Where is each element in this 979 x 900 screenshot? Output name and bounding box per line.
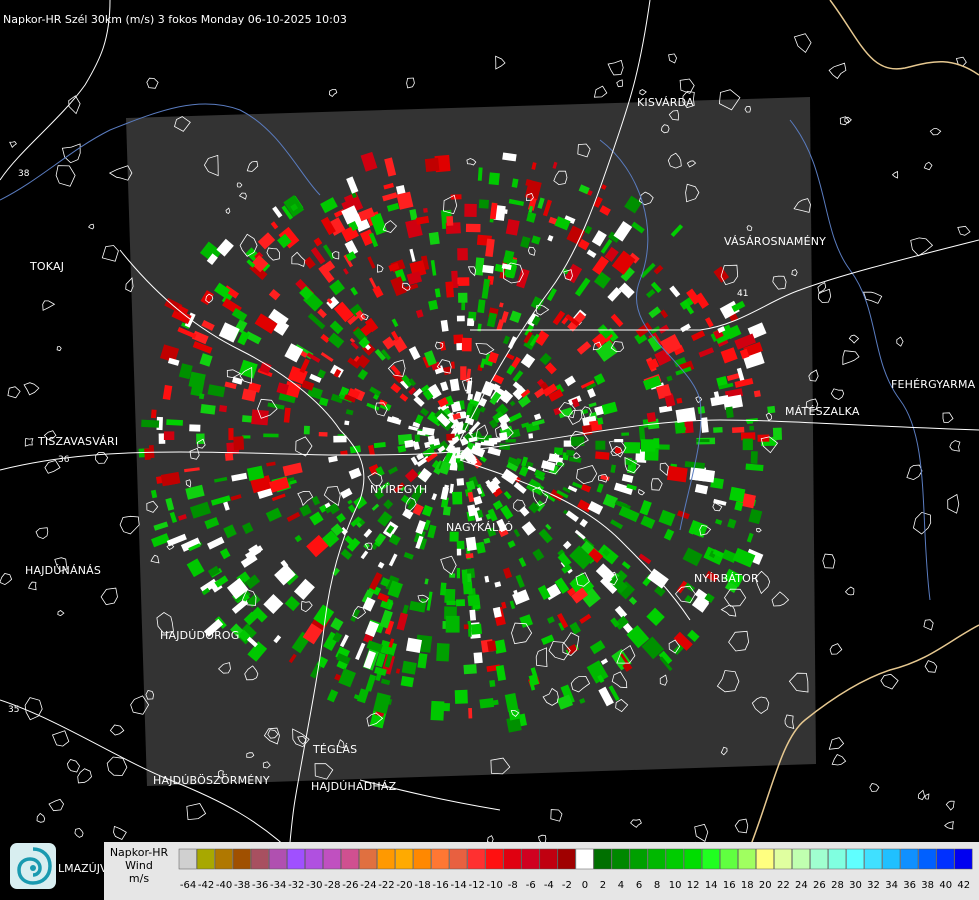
- legend-tick-label: -2: [562, 880, 572, 891]
- legend-swatch: [611, 848, 630, 870]
- legend-tick-label: -22: [378, 880, 394, 891]
- legend-swatch: [467, 848, 486, 870]
- legend-swatch: [629, 848, 648, 870]
- legend-tick-label: 8: [654, 880, 660, 891]
- legend-swatch: [503, 848, 522, 870]
- legend-swatch: [810, 848, 829, 870]
- legend-swatch: [305, 848, 323, 870]
- legend-swatch: [557, 848, 576, 870]
- legend-tick-label: -14: [450, 880, 466, 891]
- legend-swatch: [900, 848, 919, 870]
- legend-tick-label: -64: [180, 880, 196, 891]
- legend-tick-label: 0: [582, 880, 588, 891]
- legend-swatch: [936, 848, 955, 870]
- legend-tick-label: -34: [270, 880, 286, 891]
- legend-tick-label: -6: [526, 880, 536, 891]
- legend-tick-label: 38: [921, 880, 934, 891]
- legend-tick-label: -40: [216, 880, 232, 891]
- legend-tick-label: -12: [468, 880, 484, 891]
- legend-swatch: [882, 848, 901, 870]
- legend-swatch: [341, 848, 360, 870]
- legend-tick-label: 4: [618, 880, 624, 891]
- legend-tick-label: -30: [306, 880, 322, 891]
- legend-tick-label: 14: [705, 880, 718, 891]
- legend-color-scale: -64 -42 -40 -38 -36 -34 -32 -30 -28 -26 -24 -22 -20-…: [178, 848, 973, 891]
- legend-tick-label: 16: [723, 880, 736, 891]
- legend-swatch: [774, 848, 793, 870]
- legend-swatch: [647, 848, 666, 870]
- legend-tick-label: -26: [342, 880, 358, 891]
- legend-tick-label: 12: [687, 880, 700, 891]
- legend-swatch: [395, 848, 414, 870]
- legend-swatch: [268, 848, 287, 870]
- legend-tick-label: 36: [903, 880, 916, 891]
- legend-swatch: [413, 848, 432, 870]
- legend-swatch: [232, 848, 251, 870]
- legend-tick-label: -36: [252, 880, 268, 891]
- legend-tick-label: -28: [324, 880, 340, 891]
- legend-swatch: [683, 848, 702, 870]
- legend-tick-label: -10: [487, 880, 503, 891]
- legend-tick-label: -38: [234, 880, 250, 891]
- legend-swatch: [250, 848, 269, 870]
- legend-tick-label: 2: [600, 880, 606, 891]
- legend-swatch: [539, 848, 558, 870]
- legend-swatch: [359, 848, 378, 870]
- legend-swatch: [756, 848, 774, 870]
- legend-tick-label: -20: [396, 880, 412, 891]
- legend-swatch: [792, 848, 811, 870]
- legend-tick-label: 32: [867, 880, 880, 891]
- legend-swatch: [828, 848, 847, 870]
- legend-tick-label: -18: [414, 880, 430, 891]
- legend-tick-label: -42: [198, 880, 214, 891]
- legend-swatch: [918, 848, 937, 870]
- legend-tick-label: 24: [795, 880, 808, 891]
- legend-swatch: [178, 848, 197, 870]
- legend-tick-label: 34: [885, 880, 898, 891]
- legend-swatch: [864, 848, 883, 870]
- legend-swatch: [737, 848, 756, 870]
- legend-swatch: [846, 848, 865, 870]
- legend-swatch: [286, 848, 305, 870]
- legend-tick-label: 28: [831, 880, 844, 891]
- legend-tick-label: -16: [432, 880, 448, 891]
- legend-tick-label: -24: [360, 880, 376, 891]
- legend-swatch: [954, 848, 973, 870]
- legend-tick-label: -32: [288, 880, 304, 891]
- legend-tick-label: 40: [939, 880, 952, 891]
- legend-swatch: [431, 848, 450, 870]
- legend-tick-label: -4: [544, 880, 554, 891]
- legend-swatch: [196, 848, 215, 870]
- legend-tick-label: 20: [759, 880, 772, 891]
- legend-tick-label: 6: [636, 880, 642, 891]
- legend-tick-label: -8: [508, 880, 518, 891]
- legend-tick-label: 42: [957, 880, 970, 891]
- legend-swatch: [521, 848, 540, 870]
- legend-swatch: [593, 848, 612, 870]
- legend-tick-label: 10: [669, 880, 682, 891]
- legend-swatch: [377, 848, 396, 870]
- legend-tick-label: 18: [741, 880, 754, 891]
- legend-swatch: [719, 848, 738, 870]
- legend-tick-label: 26: [813, 880, 826, 891]
- legend-swatch: [665, 848, 684, 870]
- legend-swatch: [214, 848, 233, 870]
- legend-swatch: [323, 848, 342, 870]
- legend-swatch: [701, 848, 720, 870]
- legend-tick-label: 22: [777, 880, 790, 891]
- legend-tick-label: 30: [849, 880, 862, 891]
- legend-swatch: [485, 848, 504, 870]
- legend-swatch: [575, 848, 594, 870]
- legend-swatch: [449, 848, 468, 870]
